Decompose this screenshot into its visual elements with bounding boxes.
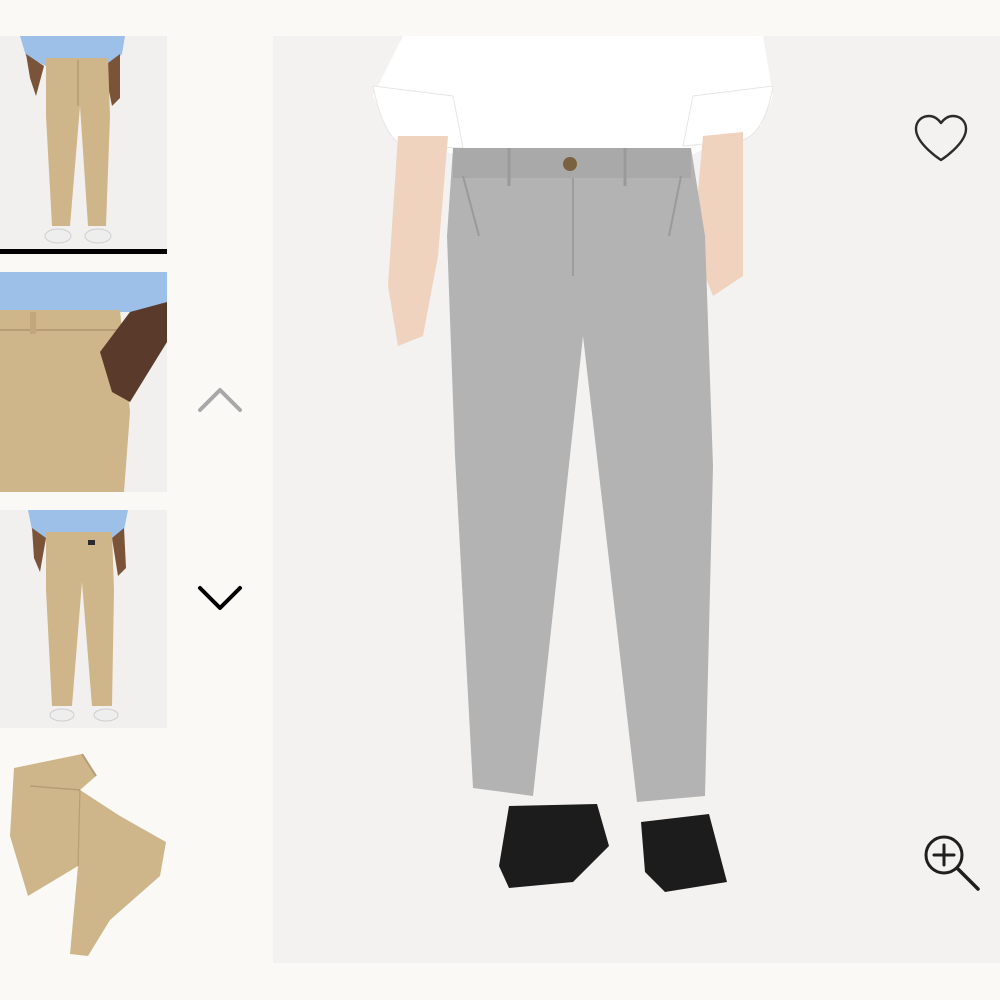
thumbnail-image (0, 272, 167, 492)
thumbnail-image (0, 510, 167, 728)
thumbnail-flat-lay[interactable] (0, 746, 167, 964)
scroll-thumbnails-up-button[interactable] (194, 380, 246, 416)
thumbnail-image (0, 746, 167, 964)
thumbnail-image (0, 36, 167, 252)
thumbnail-pocket-detail[interactable] (0, 272, 167, 492)
heart-icon (914, 114, 968, 162)
main-product-image[interactable] (273, 36, 1000, 963)
active-thumbnail-indicator (0, 249, 167, 254)
thumbnail-model-back[interactable] (0, 510, 167, 728)
zoom-in-button[interactable] (920, 831, 982, 893)
model-wearing-grey-chino-pants (273, 36, 1000, 963)
add-to-wishlist-button[interactable] (912, 112, 970, 166)
thumbnail-model-front[interactable] (0, 36, 167, 252)
chevron-up-icon (198, 388, 242, 412)
zoom-in-icon (924, 835, 980, 891)
scroll-thumbnails-down-button[interactable] (194, 580, 246, 616)
chevron-down-icon (198, 586, 242, 610)
